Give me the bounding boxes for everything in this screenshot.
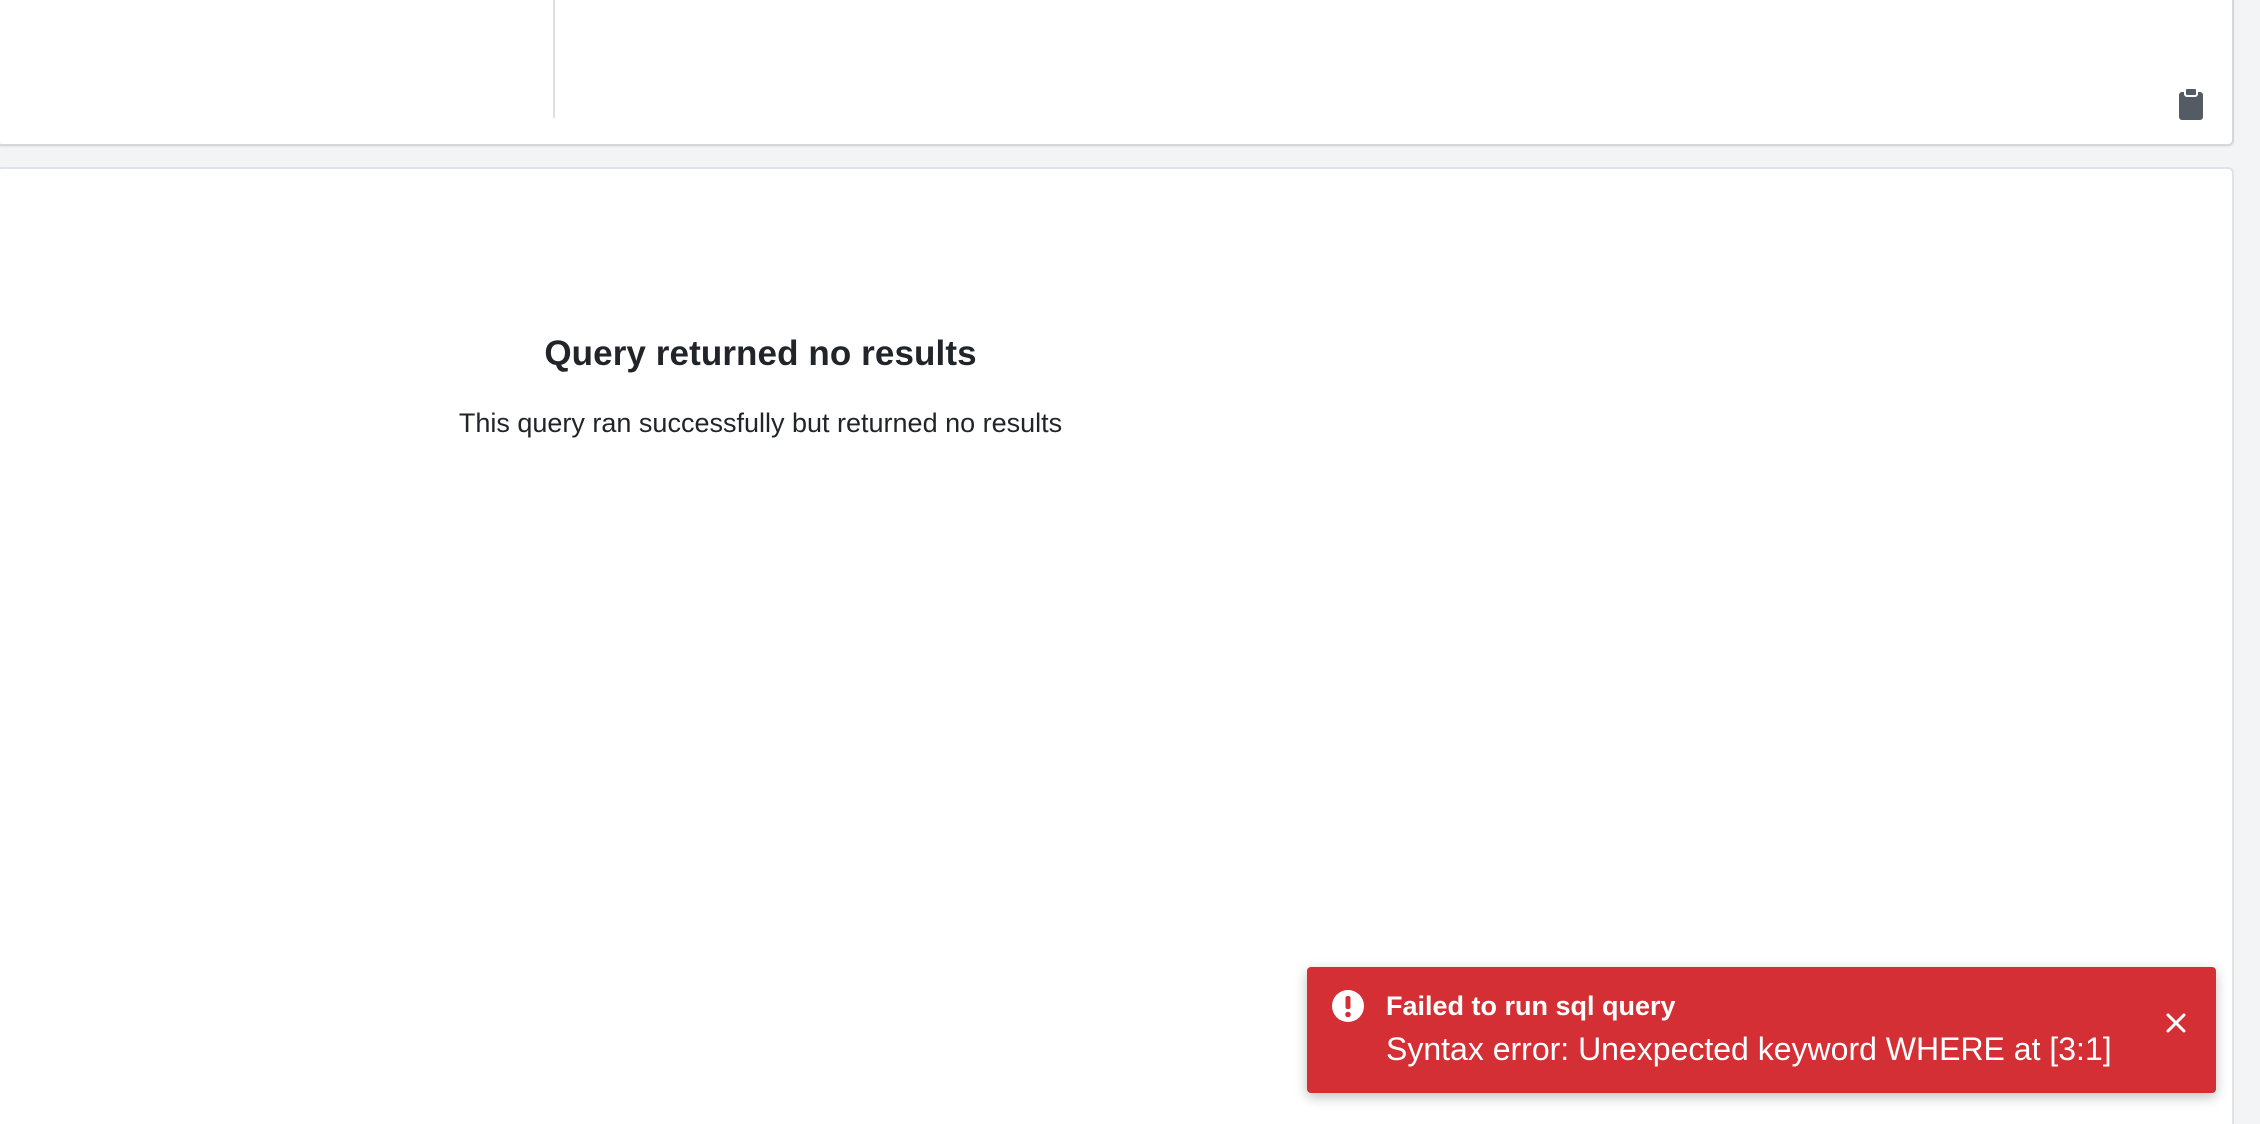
empty-results-title: Query returned no results — [544, 334, 977, 373]
toast-title: Failed to run sql query — [1386, 991, 1676, 1021]
page: Query returned no results This query ran… — [0, 0, 2260, 1124]
clipboard-icon — [2179, 87, 2203, 120]
empty-results-state: Query returned no results This query ran… — [0, 334, 1523, 439]
query-editor-panel — [0, 0, 2234, 146]
empty-results-description: This query ran successfully but returned… — [458, 408, 1063, 438]
sql-editor-pane[interactable] — [555, 0, 2232, 138]
copy-to-clipboard-button[interactable] — [2176, 86, 2206, 122]
close-icon — [2166, 1013, 2186, 1033]
error-toast: Failed to run sql query Syntax error: Un… — [1307, 967, 2216, 1093]
toast-close-button[interactable] — [2162, 1009, 2190, 1037]
editor-left-pane[interactable] — [0, 0, 553, 118]
page-edge-gutter — [2240, 0, 2260, 1124]
toast-message: Syntax error: Unexpected keyword WHERE a… — [1386, 1031, 2112, 1067]
exclamation-circle-icon — [1332, 990, 1364, 1022]
